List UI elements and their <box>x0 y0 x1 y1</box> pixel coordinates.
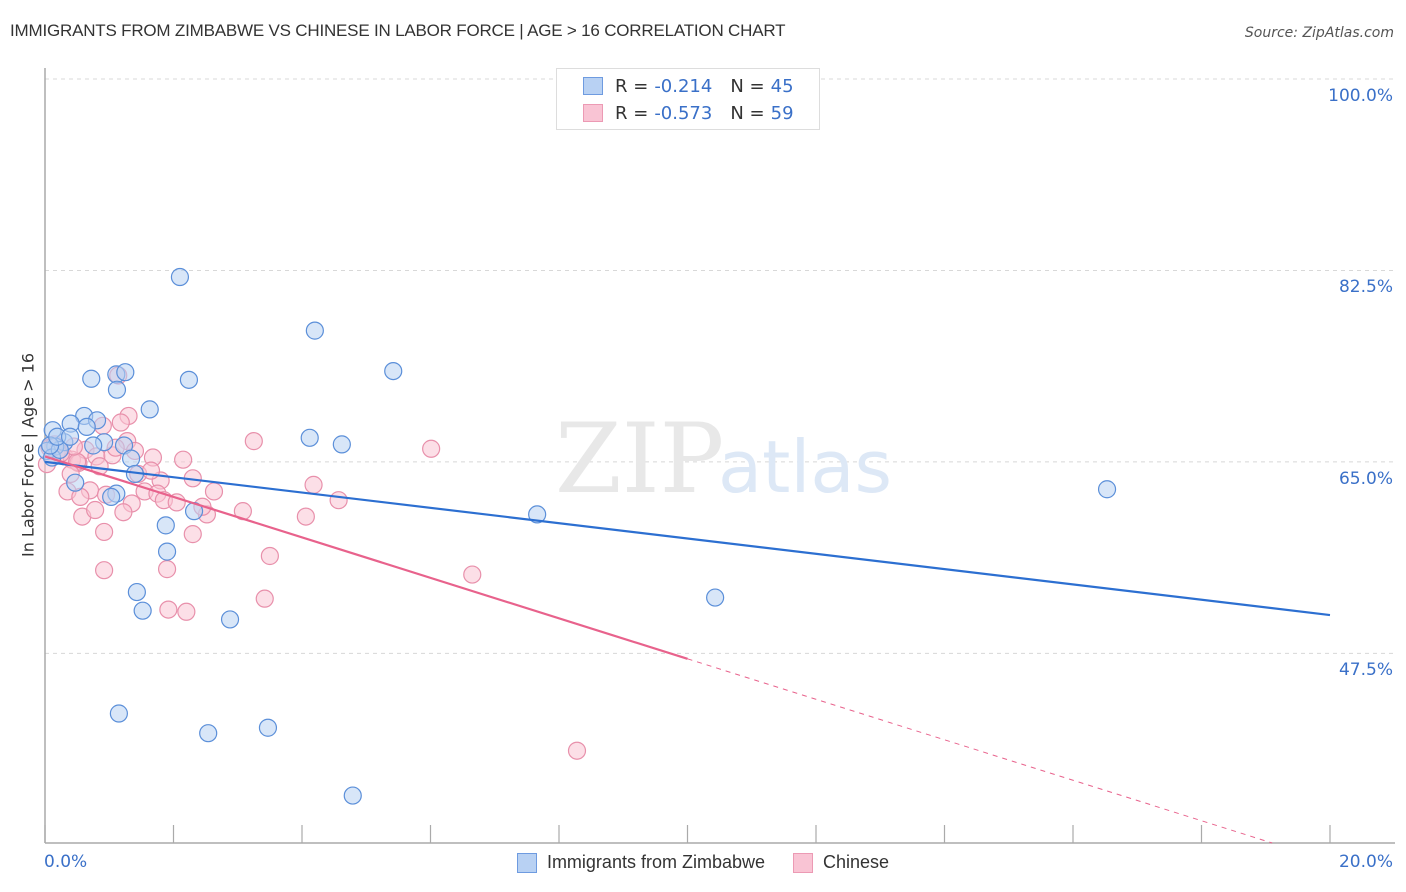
r-value: -0.573 <box>654 102 713 124</box>
point-chinese <box>95 522 114 542</box>
legend-swatch-zimbabwe <box>583 77 603 95</box>
point-zimbabwe <box>179 370 199 389</box>
point-zimbabwe <box>109 704 128 723</box>
point-chinese <box>183 525 202 544</box>
series-legend: Immigrants from Zimbabwe Chinese <box>0 852 1406 873</box>
point-zimbabwe <box>706 588 725 607</box>
point-zimbabwe <box>157 542 177 561</box>
grid-lines <box>45 78 1395 654</box>
point-zimbabwe <box>60 427 80 446</box>
points-chinese <box>37 366 587 760</box>
point-chinese <box>244 432 263 451</box>
point-zimbabwe <box>300 428 319 447</box>
legend-label-chinese: Chinese <box>823 852 890 872</box>
point-chinese <box>159 600 178 619</box>
watermark-zip: ZIP <box>555 403 724 515</box>
point-zimbabwe <box>258 718 278 737</box>
n-value: 59 <box>770 102 794 124</box>
point-chinese <box>177 602 196 621</box>
point-chinese <box>141 461 161 480</box>
point-chinese <box>114 503 133 522</box>
legend-swatch-chinese <box>583 104 603 122</box>
point-zimbabwe <box>116 363 135 382</box>
point-chinese <box>329 491 348 510</box>
y-tick-label: 82.5% <box>1338 277 1393 297</box>
r-label: R = <box>615 102 649 124</box>
point-chinese <box>157 560 177 579</box>
point-zimbabwe <box>384 361 403 381</box>
n-label: N = <box>730 102 765 124</box>
point-chinese <box>296 507 315 526</box>
point-chinese <box>95 561 114 580</box>
y-axis-label: In Labor Force | Age > 16 <box>18 352 38 558</box>
y-tick-label: 47.5% <box>1338 660 1393 680</box>
point-zimbabwe <box>1097 480 1117 499</box>
point-zimbabwe <box>199 724 218 743</box>
legend-item-chinese[interactable]: Chinese <box>793 852 889 873</box>
point-zimbabwe <box>305 321 324 340</box>
trend-line-chinese-extension <box>687 658 1273 844</box>
point-zimbabwe <box>140 400 159 419</box>
watermark-atlas: atlas <box>718 425 892 509</box>
point-chinese <box>204 482 224 501</box>
point-chinese <box>422 439 441 458</box>
r-value: -0.214 <box>654 75 713 97</box>
point-zimbabwe <box>133 601 152 620</box>
point-chinese <box>260 546 279 566</box>
y-tick-label: 65.0% <box>1338 469 1393 489</box>
legend-row-zimbabwe: R = -0.214 N = 45 <box>583 74 794 98</box>
point-zimbabwe <box>156 516 175 535</box>
point-zimbabwe <box>82 369 101 388</box>
legend-row-chinese: R = -0.573 N = 59 <box>583 101 794 125</box>
n-label: N = <box>730 75 765 97</box>
stats-legend: R = -0.214 N = 45 R = -0.573 N = 59 <box>556 68 820 130</box>
point-chinese <box>86 500 105 520</box>
point-zimbabwe <box>220 610 240 629</box>
legend-swatch-zimbabwe <box>516 852 537 873</box>
point-chinese <box>174 450 193 469</box>
point-zimbabwe <box>332 435 351 454</box>
legend-item-zimbabwe[interactable]: Immigrants from Zimbabwe <box>516 852 765 873</box>
point-zimbabwe <box>66 473 85 492</box>
legend-swatch-chinese <box>793 852 813 873</box>
point-zimbabwe <box>343 786 362 805</box>
point-zimbabwe <box>102 487 121 507</box>
scatter-chart: ZIP atlas <box>37 68 1395 844</box>
point-zimbabwe <box>127 582 146 602</box>
legend-label-zimbabwe: Immigrants from Zimbabwe <box>546 852 765 872</box>
point-zimbabwe <box>107 380 127 399</box>
point-chinese <box>111 413 130 432</box>
point-chinese <box>255 589 274 608</box>
point-zimbabwe <box>121 449 141 468</box>
n-value: 45 <box>770 75 794 97</box>
watermark: ZIP atlas <box>555 403 892 515</box>
point-zimbabwe <box>77 417 96 436</box>
point-zimbabwe <box>170 267 190 287</box>
r-label: R = <box>615 75 649 97</box>
point-zimbabwe <box>84 436 103 455</box>
y-tick-label: 100.0% <box>1328 86 1393 106</box>
point-chinese <box>304 475 323 494</box>
point-chinese <box>463 565 482 584</box>
point-chinese <box>567 741 587 760</box>
